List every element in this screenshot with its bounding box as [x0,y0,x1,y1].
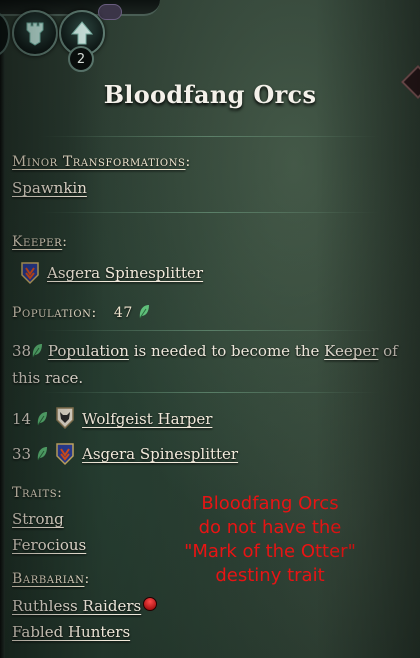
required-population-value: 38 [12,342,32,360]
leaf-population-icon [32,344,43,358]
orc-crest-icon [21,262,39,285]
keeper-label[interactable]: Keeper [12,234,62,250]
label-colon: : [84,571,90,587]
annotation-note: Bloodfang Orcs do not have the "Mark of … [184,493,356,586]
transformation-link-spawnkin[interactable]: Spawnkin [12,179,87,197]
traits-heading: Traits: [12,485,63,501]
tower-button[interactable] [12,10,58,56]
population-row: Population: 47 [12,304,150,321]
population-label: Population: [12,305,97,321]
ranking-row: 33 [12,445,48,463]
keeper-term-link[interactable]: Keeper [324,342,378,360]
ranking-value: 33 [12,445,32,463]
barbarian-heading: Barbarian: [12,571,90,587]
label-colon: : [62,234,68,250]
population-link[interactable]: Population [48,342,129,360]
partial-button[interactable] [0,12,10,56]
population-value: 47 [113,305,133,321]
upgrade-count-badge: 2 [68,46,94,72]
red-orb-icon [143,597,158,611]
tower-icon [26,22,44,46]
mini-tab-icon[interactable] [98,4,122,20]
race-tooltip-panel: 2 Bloodfang Orcs Minor Transformations: … [0,0,420,658]
barbarian-label[interactable]: Barbarian [12,571,84,587]
trait-link-ferocious[interactable]: Ferocious [12,536,86,554]
trait-link-ruthless-raiders[interactable]: Ruthless Raiders [12,597,141,615]
leaf-population-icon [37,447,47,461]
orc-crest-icon [56,443,74,466]
ranking-value: 14 [12,410,32,428]
trait-link-fabled-hunters[interactable]: Fabled Hunters [12,623,130,641]
upgrade-arrow-icon [70,21,94,45]
ranking-row: 14 [12,410,48,428]
label-colon: : [185,154,191,170]
wolf-crest-icon [56,407,74,430]
divider [40,212,380,213]
minor-transformations-heading: Minor Transformations: [12,154,191,170]
leaf-population-icon [139,305,149,319]
trait-link-strong[interactable]: Strong [12,510,64,528]
divider [40,392,380,393]
divider [40,136,380,137]
keeper-requirement-text: 38 Population is needed to become the Ke… [12,338,407,392]
keeper-link[interactable]: Asgera Spinesplitter [47,264,203,282]
keeper-heading: Keeper: [12,234,68,250]
leaf-population-icon [37,412,47,426]
barbarian-trait-row: Ruthless Raiders [12,597,158,615]
ranking-link-asgera-spinesplitter[interactable]: Asgera Spinesplitter [82,445,238,463]
minor-transformations-label[interactable]: Minor Transformations [12,154,186,170]
ranking-link-wolfgeist-harper[interactable]: Wolfgeist Harper [82,410,212,428]
requirement-middle-text: is needed to become the [128,342,325,360]
divider [40,330,380,331]
race-title: Bloodfang Orcs [103,80,317,109]
